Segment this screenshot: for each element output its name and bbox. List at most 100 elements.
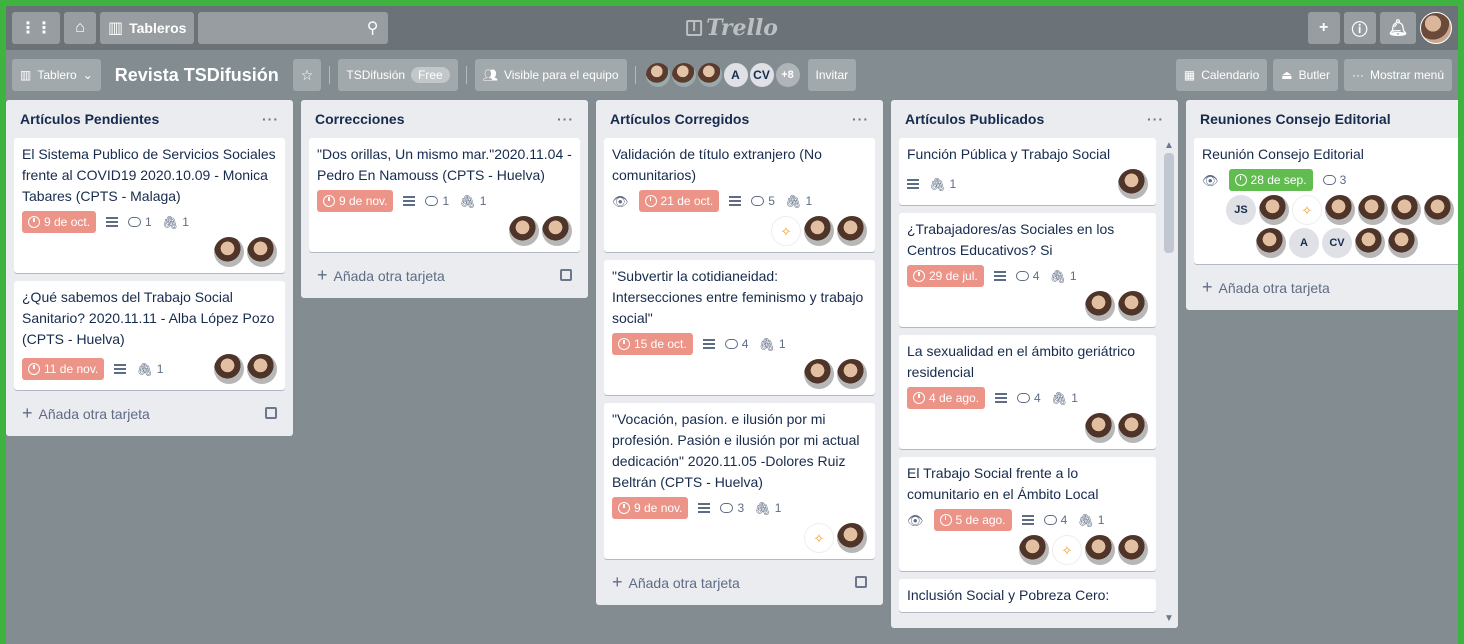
home-button[interactable]: ⌂ <box>64 12 96 44</box>
user-avatar[interactable] <box>1420 12 1452 44</box>
org-logo-avatar[interactable]: ✧ <box>1292 195 1322 225</box>
due-date-badge[interactable]: 29 de jul. <box>907 265 984 287</box>
member-avatar[interactable] <box>1358 195 1388 225</box>
member-avatar[interactable] <box>837 216 867 246</box>
add-card-button[interactable]: + Añada otra tarjeta <box>14 398 285 428</box>
member-avatar[interactable] <box>1424 195 1454 225</box>
member-avatar[interactable] <box>669 61 698 89</box>
card[interactable]: ¿Qué sabemos del Trabajo Social Sanitari… <box>14 281 285 390</box>
list-header[interactable]: Artículos Publicados ··· <box>899 100 1163 138</box>
member-avatar[interactable] <box>1085 291 1115 321</box>
list-title[interactable]: Reuniones Consejo Editorial <box>1200 111 1391 127</box>
template-icon[interactable] <box>560 269 572 281</box>
due-date-badge[interactable]: 5 de ago. <box>933 509 1012 531</box>
member-avatar[interactable] <box>643 61 672 89</box>
star-button[interactable]: ☆ <box>292 59 322 91</box>
list-header[interactable]: Artículos Pendientes ··· <box>14 100 285 138</box>
due-date-badge[interactable]: 11 de nov. <box>22 358 105 380</box>
card[interactable]: Reunión Consejo Editorial 👁︎ 28 de sep. … <box>1194 138 1458 264</box>
member-avatar[interactable] <box>214 354 244 384</box>
team-button[interactable]: TSDifusión Free <box>338 59 458 91</box>
member-avatar[interactable] <box>542 216 572 246</box>
list-menu-icon[interactable]: ··· <box>852 111 869 127</box>
card[interactable]: Inclusión Social y Pobreza Cero: <box>899 579 1156 612</box>
card[interactable]: "Dos orillas, Un mismo mar."2020.11.04 -… <box>309 138 580 252</box>
card[interactable]: "Vocación, pasíon. e ilusión por mi prof… <box>604 403 875 559</box>
member-avatar[interactable] <box>1085 413 1115 443</box>
add-card-button[interactable]: + Añada otra tarjeta <box>1194 272 1458 302</box>
card[interactable]: El Sistema Publico de Servicios Sociales… <box>14 138 285 273</box>
info-button[interactable]: ⓘ <box>1343 12 1376 44</box>
due-date-badge[interactable]: 21 de oct. <box>638 190 720 212</box>
template-icon[interactable] <box>855 576 867 588</box>
org-logo-avatar[interactable]: ✧ <box>1052 535 1082 565</box>
member-avatar[interactable] <box>837 359 867 389</box>
list-menu-icon[interactable]: ··· <box>1147 111 1164 127</box>
member-avatar[interactable] <box>214 237 244 267</box>
list-header[interactable]: Artículos Corregidos ··· <box>604 100 875 138</box>
list-title[interactable]: Artículos Publicados <box>905 111 1044 127</box>
due-date-badge[interactable]: 9 de nov. <box>612 497 689 519</box>
search-input[interactable]: ⚲ <box>198 12 389 44</box>
boards-button[interactable]: ▥ Tableros <box>100 12 195 44</box>
member-avatar[interactable]: CV <box>1322 228 1352 258</box>
board-title[interactable]: Revista TSDifusión <box>109 65 285 86</box>
add-card-button[interactable]: + Añada otra tarjeta <box>604 567 875 597</box>
member-avatar[interactable] <box>1256 228 1286 258</box>
member-avatar[interactable] <box>695 61 724 89</box>
member-avatar[interactable] <box>1388 228 1418 258</box>
card[interactable]: Función Pública y Trabajo Social 🖇︎ 1 <box>899 138 1156 205</box>
visibility-button[interactable]: 👥︎ Visible para el equipo <box>474 59 627 91</box>
member-avatar[interactable] <box>1118 413 1148 443</box>
member-avatar[interactable] <box>1259 195 1289 225</box>
member-avatar[interactable] <box>1118 169 1148 199</box>
due-date-badge[interactable]: 28 de sep. <box>1228 169 1313 191</box>
card[interactable]: ¿Trabajadores/as Sociales en los Centros… <box>899 213 1156 327</box>
member-avatar[interactable]: JS <box>1226 195 1256 225</box>
member-avatar[interactable] <box>1325 195 1355 225</box>
notifications-button[interactable]: 🔔︎ <box>1379 12 1416 44</box>
card[interactable]: "Subvertir la cotidianeidad: Interseccio… <box>604 260 875 395</box>
member-avatar[interactable]: A <box>1289 228 1319 258</box>
card[interactable]: La sexualidad en el ámbito geriátrico re… <box>899 335 1156 449</box>
list-menu-icon[interactable]: ··· <box>557 111 574 127</box>
member-avatar[interactable] <box>804 216 834 246</box>
member-avatar[interactable] <box>247 354 277 384</box>
member-avatar[interactable] <box>1118 291 1148 321</box>
more-members[interactable]: +8 <box>773 61 802 89</box>
template-icon[interactable] <box>265 407 277 419</box>
card[interactable]: Validación de título extranjero (No comu… <box>604 138 875 252</box>
butler-button[interactable]: ⏏ Butler <box>1273 59 1338 91</box>
show-menu-button[interactable]: ··· Mostrar menú <box>1343 59 1452 91</box>
list-header[interactable]: Correcciones ··· <box>309 100 580 138</box>
member-avatar[interactable]: A <box>721 61 750 89</box>
member-avatar[interactable] <box>1085 535 1115 565</box>
create-button[interactable]: + <box>1307 12 1340 44</box>
apps-button[interactable]: ⋮⋮ <box>12 12 60 44</box>
member-avatar[interactable] <box>247 237 277 267</box>
list-header[interactable]: Reuniones Consejo Editorial <box>1194 100 1458 138</box>
member-avatar[interactable] <box>1391 195 1421 225</box>
member-avatar[interactable] <box>804 359 834 389</box>
member-avatar[interactable] <box>1355 228 1385 258</box>
org-logo-avatar[interactable]: ✧ <box>804 523 834 553</box>
board-view-switcher[interactable]: ▥ Tablero ⌄ <box>12 59 101 91</box>
org-logo-avatar[interactable]: ✧ <box>771 216 801 246</box>
trello-logo[interactable]: Trello <box>686 15 778 41</box>
due-date-badge[interactable]: 15 de oct. <box>612 333 693 355</box>
list-scrollbar[interactable]: ▲ ▼ <box>1162 140 1176 624</box>
chevron-up-icon[interactable]: ▲ <box>1164 140 1174 151</box>
list-menu-icon[interactable]: ··· <box>262 111 279 127</box>
invite-button[interactable]: Invitar <box>807 59 857 91</box>
list-title[interactable]: Correcciones <box>315 111 404 127</box>
member-avatar[interactable] <box>1019 535 1049 565</box>
calendar-button[interactable]: ▦ Calendario <box>1175 59 1268 91</box>
member-avatar[interactable] <box>837 523 867 553</box>
due-date-badge[interactable]: 4 de ago. <box>907 387 986 409</box>
member-avatar[interactable]: CV <box>747 61 776 89</box>
chevron-down-icon[interactable]: ▼ <box>1164 613 1174 624</box>
add-card-button[interactable]: + Añada otra tarjeta <box>309 260 580 290</box>
list-title[interactable]: Artículos Pendientes <box>20 111 159 127</box>
scrollbar-thumb[interactable] <box>1164 153 1174 253</box>
member-avatar[interactable] <box>509 216 539 246</box>
